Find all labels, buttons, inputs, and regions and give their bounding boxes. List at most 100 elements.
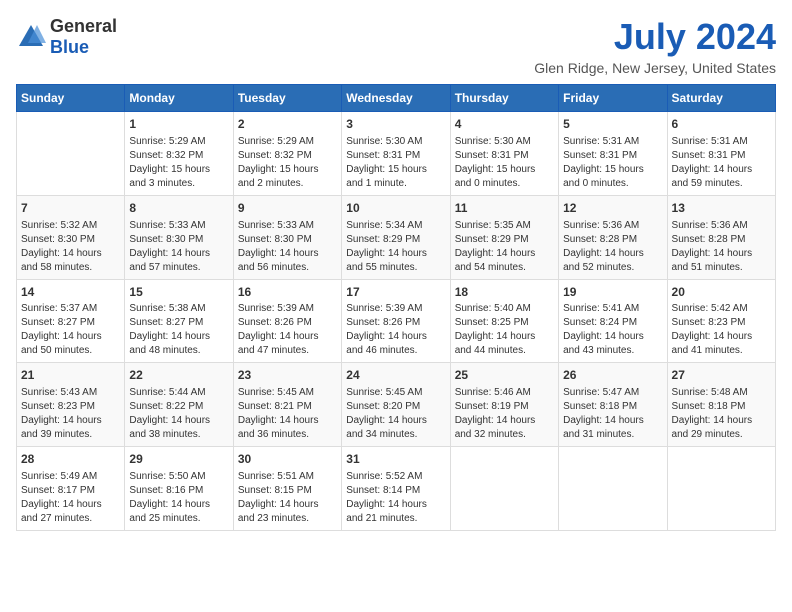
calendar-table: SundayMondayTuesdayWednesdayThursdayFrid… (16, 84, 776, 531)
calendar-header: SundayMondayTuesdayWednesdayThursdayFrid… (17, 85, 776, 112)
weekday-saturday: Saturday (667, 85, 775, 112)
day-number: 26 (563, 367, 662, 384)
calendar-cell (667, 447, 775, 531)
day-number: 19 (563, 284, 662, 301)
day-number: 11 (455, 200, 554, 217)
calendar-cell: 25 Sunrise: 5:46 AM Sunset: 8:19 PM Dayli… (450, 363, 558, 447)
calendar-cell: 4 Sunrise: 5:30 AM Sunset: 8:31 PM Daylig… (450, 112, 558, 196)
cell-content: Sunrise: 5:42 AM Sunset: 8:23 PM Dayligh… (672, 302, 771, 358)
cell-content: Sunrise: 5:37 AM Sunset: 8:27 PM Dayligh… (21, 302, 120, 358)
logo-icon (16, 22, 46, 52)
day-number: 31 (346, 451, 445, 468)
weekday-monday: Monday (125, 85, 233, 112)
day-number: 8 (129, 200, 228, 217)
calendar-week-2: 7 Sunrise: 5:32 AM Sunset: 8:30 PM Daylig… (17, 195, 776, 279)
day-number: 16 (238, 284, 337, 301)
calendar-cell (450, 447, 558, 531)
logo: General Blue (16, 16, 117, 58)
cell-content: Sunrise: 5:41 AM Sunset: 8:24 PM Dayligh… (563, 302, 662, 358)
day-number: 6 (672, 116, 771, 133)
cell-content: Sunrise: 5:46 AM Sunset: 8:19 PM Dayligh… (455, 386, 554, 442)
cell-content: Sunrise: 5:49 AM Sunset: 8:17 PM Dayligh… (21, 470, 120, 526)
cell-content: Sunrise: 5:34 AM Sunset: 8:29 PM Dayligh… (346, 219, 445, 275)
calendar-cell: 28 Sunrise: 5:49 AM Sunset: 8:17 PM Dayli… (17, 447, 125, 531)
day-number: 2 (238, 116, 337, 133)
calendar-cell: 19Sunrise: 5:41 AM Sunset: 8:24 PM Dayli… (559, 279, 667, 363)
calendar-cell (17, 112, 125, 196)
day-number: 27 (672, 367, 771, 384)
cell-content: Sunrise: 5:35 AM Sunset: 8:29 PM Dayligh… (455, 219, 554, 275)
calendar-cell: 8Sunrise: 5:33 AM Sunset: 8:30 PM Daylig… (125, 195, 233, 279)
calendar-cell: 30 Sunrise: 5:51 AM Sunset: 8:15 PM Dayli… (233, 447, 341, 531)
cell-content: Sunrise: 5:30 AM Sunset: 8:31 PM Dayligh… (455, 135, 554, 191)
calendar-cell: 13 Sunrise: 5:36 AM Sunset: 8:28 PM Dayli… (667, 195, 775, 279)
calendar-cell: 31Sunrise: 5:52 AM Sunset: 8:14 PM Dayli… (342, 447, 450, 531)
weekday-tuesday: Tuesday (233, 85, 341, 112)
day-number: 14 (21, 284, 120, 301)
day-number: 30 (238, 451, 337, 468)
day-number: 18 (455, 284, 554, 301)
day-number: 24 (346, 367, 445, 384)
calendar-cell: 22Sunrise: 5:44 AM Sunset: 8:22 PM Dayli… (125, 363, 233, 447)
calendar-cell: 14Sunrise: 5:37 AM Sunset: 8:27 PM Dayli… (17, 279, 125, 363)
calendar-cell: 6 Sunrise: 5:31 AM Sunset: 8:31 PM Daylig… (667, 112, 775, 196)
cell-content: Sunrise: 5:39 AM Sunset: 8:26 PM Dayligh… (346, 302, 445, 358)
cell-content: Sunrise: 5:45 AM Sunset: 8:20 PM Dayligh… (346, 386, 445, 442)
location: Glen Ridge, New Jersey, United States (534, 60, 776, 76)
weekday-sunday: Sunday (17, 85, 125, 112)
calendar-cell: 18Sunrise: 5:40 AM Sunset: 8:25 PM Dayli… (450, 279, 558, 363)
day-number: 25 (455, 367, 554, 384)
calendar-cell: 1Sunrise: 5:29 AM Sunset: 8:32 PM Daylig… (125, 112, 233, 196)
cell-content: Sunrise: 5:36 AM Sunset: 8:28 PM Dayligh… (672, 219, 771, 275)
calendar-cell: 15Sunrise: 5:38 AM Sunset: 8:27 PM Dayli… (125, 279, 233, 363)
calendar-cell: 9Sunrise: 5:33 AM Sunset: 8:30 PM Daylig… (233, 195, 341, 279)
calendar-cell: 5 Sunrise: 5:31 AM Sunset: 8:31 PM Daylig… (559, 112, 667, 196)
cell-content: Sunrise: 5:40 AM Sunset: 8:25 PM Dayligh… (455, 302, 554, 358)
cell-content: Sunrise: 5:45 AM Sunset: 8:21 PM Dayligh… (238, 386, 337, 442)
calendar-cell: 10 Sunrise: 5:34 AM Sunset: 8:29 PM Dayli… (342, 195, 450, 279)
cell-content: Sunrise: 5:44 AM Sunset: 8:22 PM Dayligh… (129, 386, 228, 442)
day-number: 28 (21, 451, 120, 468)
cell-content: Sunrise: 5:31 AM Sunset: 8:31 PM Dayligh… (672, 135, 771, 191)
day-number: 17 (346, 284, 445, 301)
calendar-cell: 12Sunrise: 5:36 AM Sunset: 8:28 PM Dayli… (559, 195, 667, 279)
page-header: General Blue July 2024 Glen Ridge, New J… (16, 16, 776, 76)
cell-content: Sunrise: 5:50 AM Sunset: 8:16 PM Dayligh… (129, 470, 228, 526)
day-number: 5 (563, 116, 662, 133)
cell-content: Sunrise: 5:51 AM Sunset: 8:15 PM Dayligh… (238, 470, 337, 526)
calendar-cell: 16Sunrise: 5:39 AM Sunset: 8:26 PM Dayli… (233, 279, 341, 363)
calendar-cell: 24 Sunrise: 5:45 AM Sunset: 8:20 PM Dayli… (342, 363, 450, 447)
calendar-cell (559, 447, 667, 531)
cell-content: Sunrise: 5:39 AM Sunset: 8:26 PM Dayligh… (238, 302, 337, 358)
calendar-cell: 23Sunrise: 5:45 AM Sunset: 8:21 PM Dayli… (233, 363, 341, 447)
cell-content: Sunrise: 5:36 AM Sunset: 8:28 PM Dayligh… (563, 219, 662, 275)
calendar-week-4: 21Sunrise: 5:43 AM Sunset: 8:23 PM Dayli… (17, 363, 776, 447)
cell-content: Sunrise: 5:38 AM Sunset: 8:27 PM Dayligh… (129, 302, 228, 358)
calendar-cell: 7 Sunrise: 5:32 AM Sunset: 8:30 PM Daylig… (17, 195, 125, 279)
day-number: 21 (21, 367, 120, 384)
calendar-week-5: 28 Sunrise: 5:49 AM Sunset: 8:17 PM Dayli… (17, 447, 776, 531)
cell-content: Sunrise: 5:31 AM Sunset: 8:31 PM Dayligh… (563, 135, 662, 191)
day-number: 15 (129, 284, 228, 301)
cell-content: Sunrise: 5:47 AM Sunset: 8:18 PM Dayligh… (563, 386, 662, 442)
calendar-cell: 3Sunrise: 5:30 AM Sunset: 8:31 PM Daylig… (342, 112, 450, 196)
day-number: 10 (346, 200, 445, 217)
weekday-friday: Friday (559, 85, 667, 112)
calendar-body: 1Sunrise: 5:29 AM Sunset: 8:32 PM Daylig… (17, 112, 776, 531)
day-number: 29 (129, 451, 228, 468)
cell-content: Sunrise: 5:29 AM Sunset: 8:32 PM Dayligh… (129, 135, 228, 191)
day-number: 13 (672, 200, 771, 217)
logo-text: General Blue (50, 16, 117, 58)
logo-general: General (50, 16, 117, 37)
calendar-cell: 26 Sunrise: 5:47 AM Sunset: 8:18 PM Dayli… (559, 363, 667, 447)
day-number: 7 (21, 200, 120, 217)
title-block: July 2024 Glen Ridge, New Jersey, United… (534, 16, 776, 76)
day-number: 3 (346, 116, 445, 133)
cell-content: Sunrise: 5:33 AM Sunset: 8:30 PM Dayligh… (238, 219, 337, 275)
cell-content: Sunrise: 5:32 AM Sunset: 8:30 PM Dayligh… (21, 219, 120, 275)
day-number: 4 (455, 116, 554, 133)
weekday-header-row: SundayMondayTuesdayWednesdayThursdayFrid… (17, 85, 776, 112)
month-title: July 2024 (534, 16, 776, 58)
weekday-thursday: Thursday (450, 85, 558, 112)
calendar-cell: 11 Sunrise: 5:35 AM Sunset: 8:29 PM Dayli… (450, 195, 558, 279)
